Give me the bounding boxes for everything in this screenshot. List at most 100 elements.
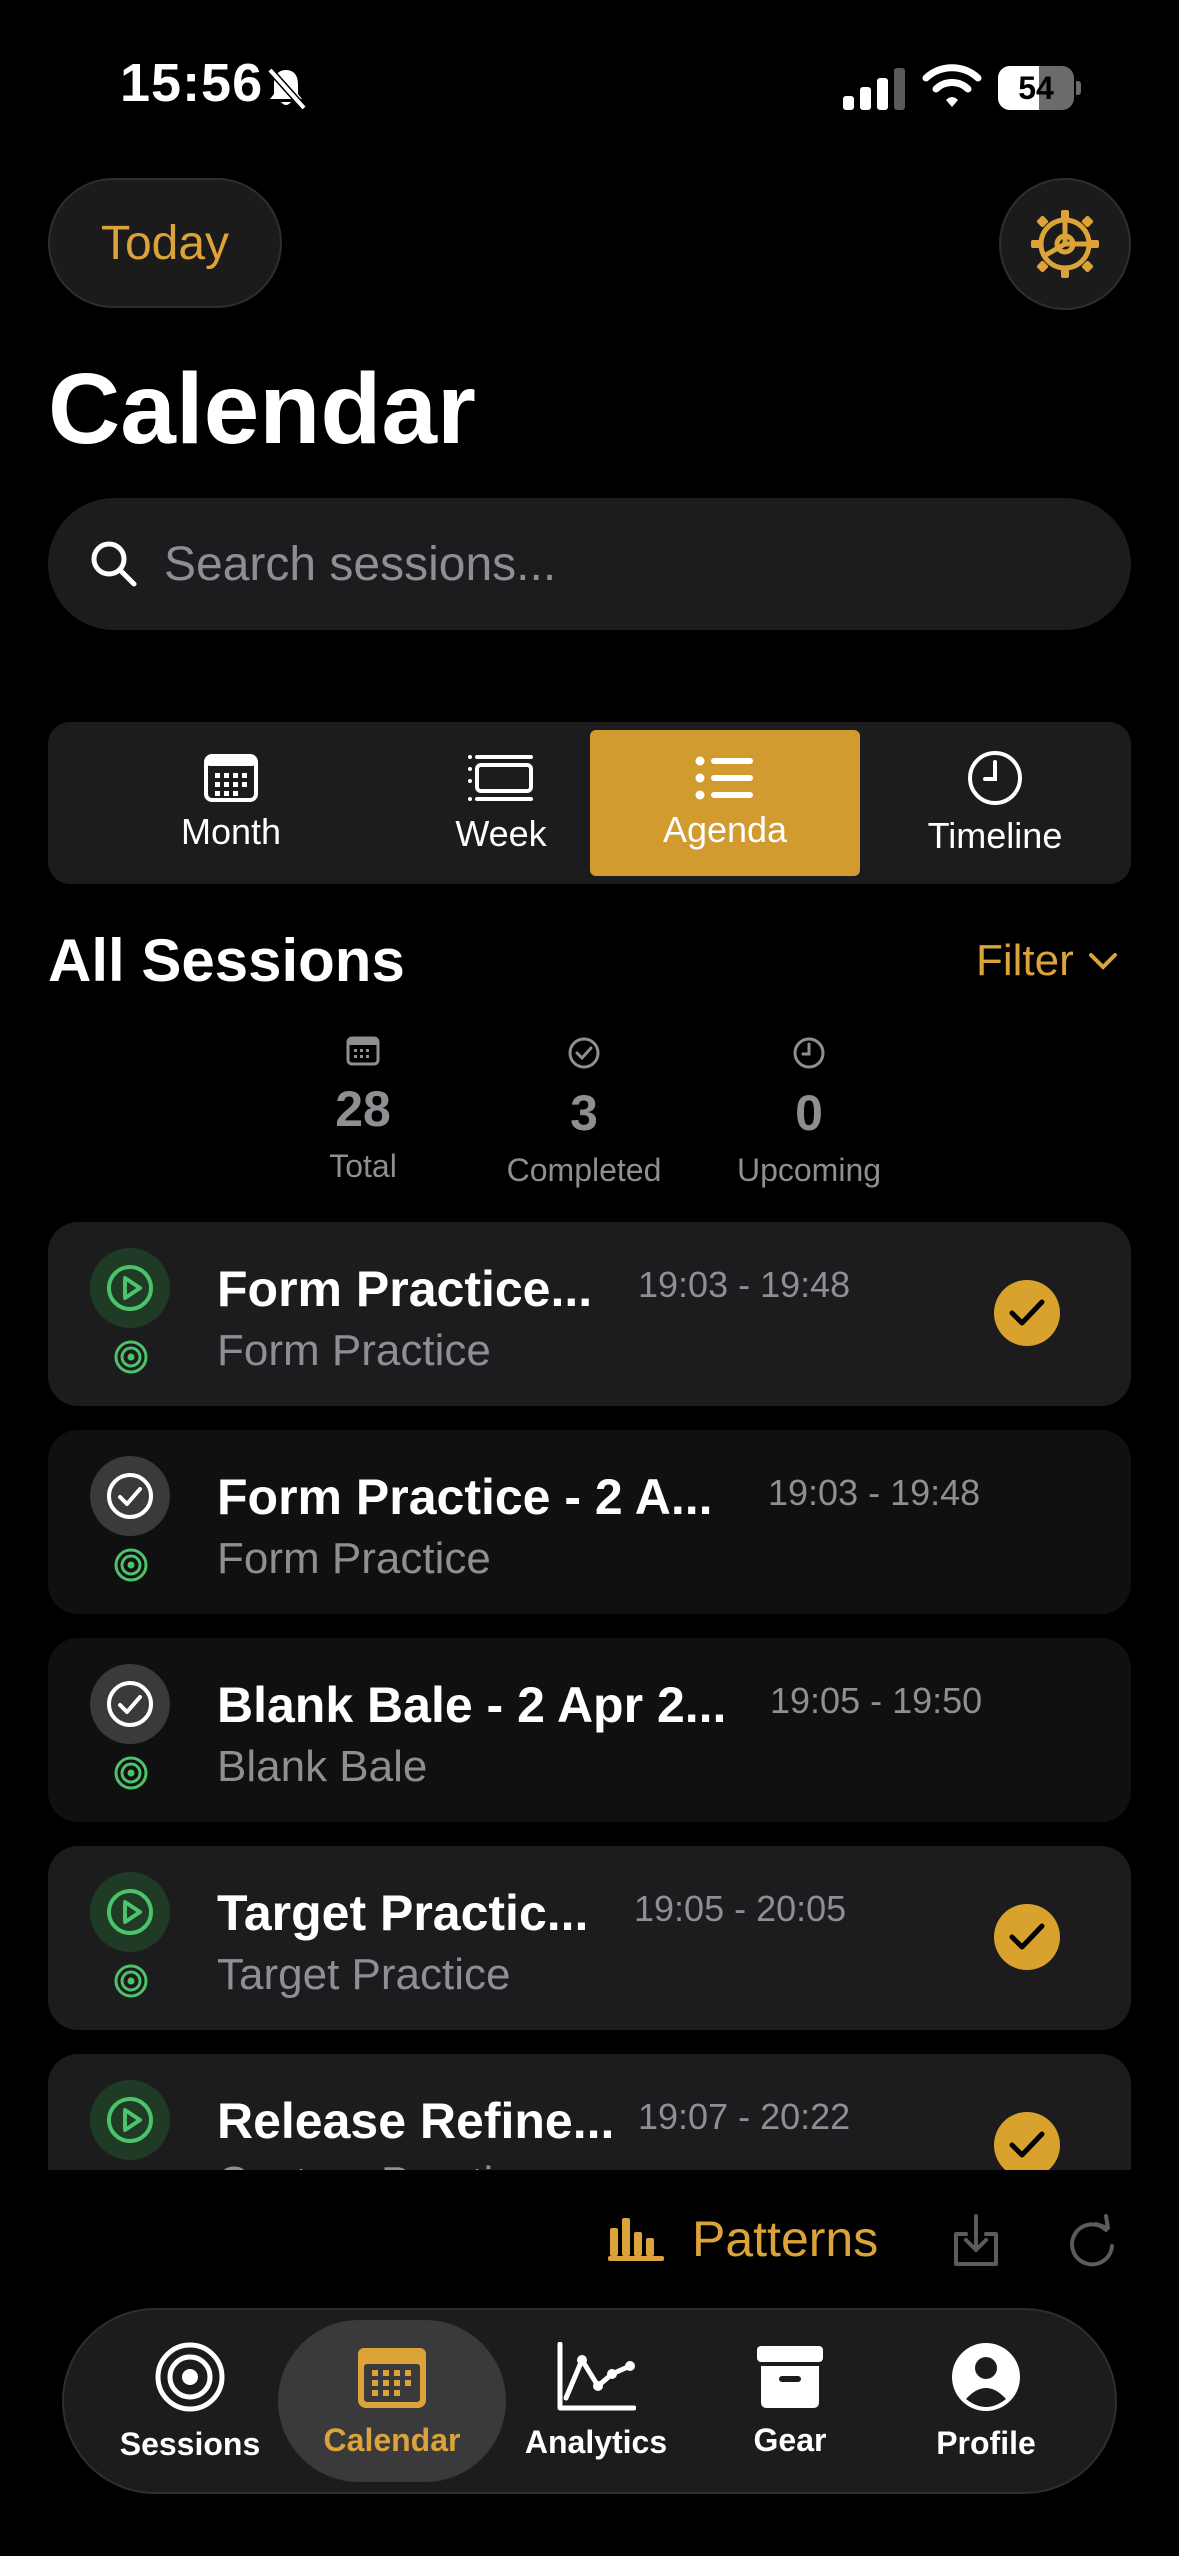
status-time: 15:56 (120, 53, 264, 113)
search-bar[interactable] (48, 498, 1131, 630)
complete-toggle[interactable] (994, 2112, 1060, 2170)
checkmark-icon (1009, 1923, 1045, 1950)
target-icon (114, 1756, 148, 1790)
refresh-icon[interactable] (1066, 2212, 1118, 2268)
search-input[interactable] (164, 536, 1064, 592)
session-title: Target Practic... (217, 1885, 589, 1941)
play-status (90, 1872, 170, 1952)
gear-icon (1031, 210, 1099, 278)
wifi-icon (922, 64, 982, 107)
session-card[interactable]: Target Practic... 19:05 - 20:05 Target P… (48, 1846, 1131, 2030)
session-title: Form Practice... (217, 1261, 593, 1317)
tab-gear-label: Gear (753, 2421, 827, 2458)
battery-indicator: 54 (998, 66, 1081, 110)
session-type: Custom Practice (217, 2158, 540, 2170)
view-mode-selector: Month Week Agenda Timeline (48, 722, 1131, 884)
play-circle-icon (107, 1889, 153, 1935)
stat-completed-label: Completed (506, 1152, 662, 1188)
target-icon (155, 2342, 225, 2411)
download-icon[interactable] (952, 2212, 1000, 2268)
tab-week-label: Week (455, 813, 547, 854)
completed-status (90, 1456, 170, 1536)
filter-button[interactable]: Filter (976, 936, 1118, 986)
tab-timeline[interactable]: Timeline (860, 730, 1130, 876)
tab-profile[interactable]: Profile (886, 2320, 1086, 2482)
person-icon (952, 2342, 1020, 2411)
session-type: Form Practice (217, 1326, 491, 1375)
complete-toggle[interactable] (994, 1904, 1060, 1970)
tab-month[interactable]: Month (96, 730, 366, 876)
bar-chart-icon (608, 2218, 664, 2261)
checkmark-icon (1009, 2131, 1045, 2158)
stat-total-label: Total (329, 1148, 397, 1184)
check-circle-icon (568, 1037, 600, 1069)
play-circle-icon (107, 1265, 153, 1311)
chart-line-icon (557, 2341, 636, 2410)
today-button[interactable]: Today (48, 178, 282, 308)
tab-agenda-label: Agenda (662, 809, 788, 850)
session-type: Target Practice (217, 1950, 511, 1999)
check-circle-icon (107, 1681, 153, 1727)
session-time: 19:03 - 19:48 (768, 1472, 981, 1513)
session-card[interactable]: Form Practice - 2 A... 19:03 - 19:48 For… (48, 1430, 1131, 1614)
stat-upcoming: 0 Upcoming (699, 1036, 919, 1189)
stat-upcoming-value: 0 (795, 1085, 823, 1141)
session-time: 19:05 - 20:05 (634, 1888, 847, 1929)
archive-box-icon (757, 2345, 823, 2408)
filter-label: Filter (976, 936, 1074, 985)
session-title: Release Refine... (217, 2093, 615, 2149)
play-circle-icon (107, 2097, 153, 2143)
stat-total-value: 28 (335, 1081, 391, 1137)
tab-agenda[interactable]: Agenda (590, 730, 860, 876)
session-type: Form Practice (217, 1534, 491, 1583)
tab-calendar-label: Calendar (323, 2421, 461, 2458)
calendar-grid-icon (204, 754, 258, 802)
patterns-label: Patterns (692, 2211, 879, 2267)
page-title: Calendar (48, 353, 476, 465)
week-icon (468, 755, 533, 801)
session-card[interactable]: Form Practice... 19:03 - 19:48 Form Prac… (48, 1222, 1131, 1406)
clock-icon (968, 751, 1022, 805)
play-status (90, 1248, 170, 1328)
settings-button[interactable] (999, 178, 1131, 310)
cellular-signal-icon (843, 68, 905, 110)
session-time: 19:03 - 19:48 (638, 1264, 851, 1305)
clock-icon (793, 1037, 825, 1069)
patterns-button[interactable]: Patterns (608, 2210, 878, 2268)
check-circle-icon (107, 1473, 153, 1519)
target-icon (114, 1964, 148, 1998)
battery-percent: 54 (1018, 70, 1054, 106)
calendar-icon (346, 1036, 380, 1066)
session-title: Form Practice - 2 A... (217, 1469, 713, 1525)
tab-analytics[interactable]: Analytics (496, 2320, 696, 2482)
target-icon (114, 1548, 148, 1582)
session-list: Form Practice... 19:03 - 19:48 Form Prac… (0, 1220, 1179, 2170)
tab-analytics-label: Analytics (524, 2423, 668, 2460)
tab-calendar[interactable]: Calendar (278, 2320, 506, 2482)
session-card[interactable]: Release Refine... 19:07 - 20:22 Custom P… (48, 2054, 1131, 2170)
target-icon (114, 1340, 148, 1374)
tab-bar: Sessions Calendar Analytics Gear Profile (62, 2308, 1117, 2494)
tab-month-label: Month (180, 811, 282, 852)
tab-timeline-label: Timeline (927, 815, 1063, 856)
calendar-icon (358, 2347, 426, 2408)
completed-status (90, 1664, 170, 1744)
complete-toggle[interactable] (994, 1280, 1060, 1346)
search-icon (91, 541, 137, 587)
stat-total: 28 Total (253, 1036, 473, 1185)
tab-gear[interactable]: Gear (690, 2320, 890, 2482)
stat-completed: 3 Completed (474, 1036, 694, 1189)
tab-sessions-label: Sessions (119, 2425, 261, 2462)
session-time: 19:05 - 19:50 (770, 1680, 983, 1721)
bell-slash-icon (267, 67, 307, 111)
list-icon (695, 756, 753, 800)
tab-profile-label: Profile (936, 2424, 1036, 2461)
play-status (90, 2080, 170, 2160)
checkmark-icon (1009, 1299, 1045, 1326)
stat-completed-value: 3 (570, 1085, 598, 1141)
stat-upcoming-label: Upcoming (736, 1152, 882, 1188)
session-card[interactable]: Blank Bale - 2 Apr 2... 19:05 - 19:50 Bl… (48, 1638, 1131, 1822)
session-title: Blank Bale - 2 Apr 2... (217, 1677, 727, 1733)
tab-sessions[interactable]: Sessions (90, 2320, 290, 2482)
chevron-down-icon (1088, 953, 1117, 970)
